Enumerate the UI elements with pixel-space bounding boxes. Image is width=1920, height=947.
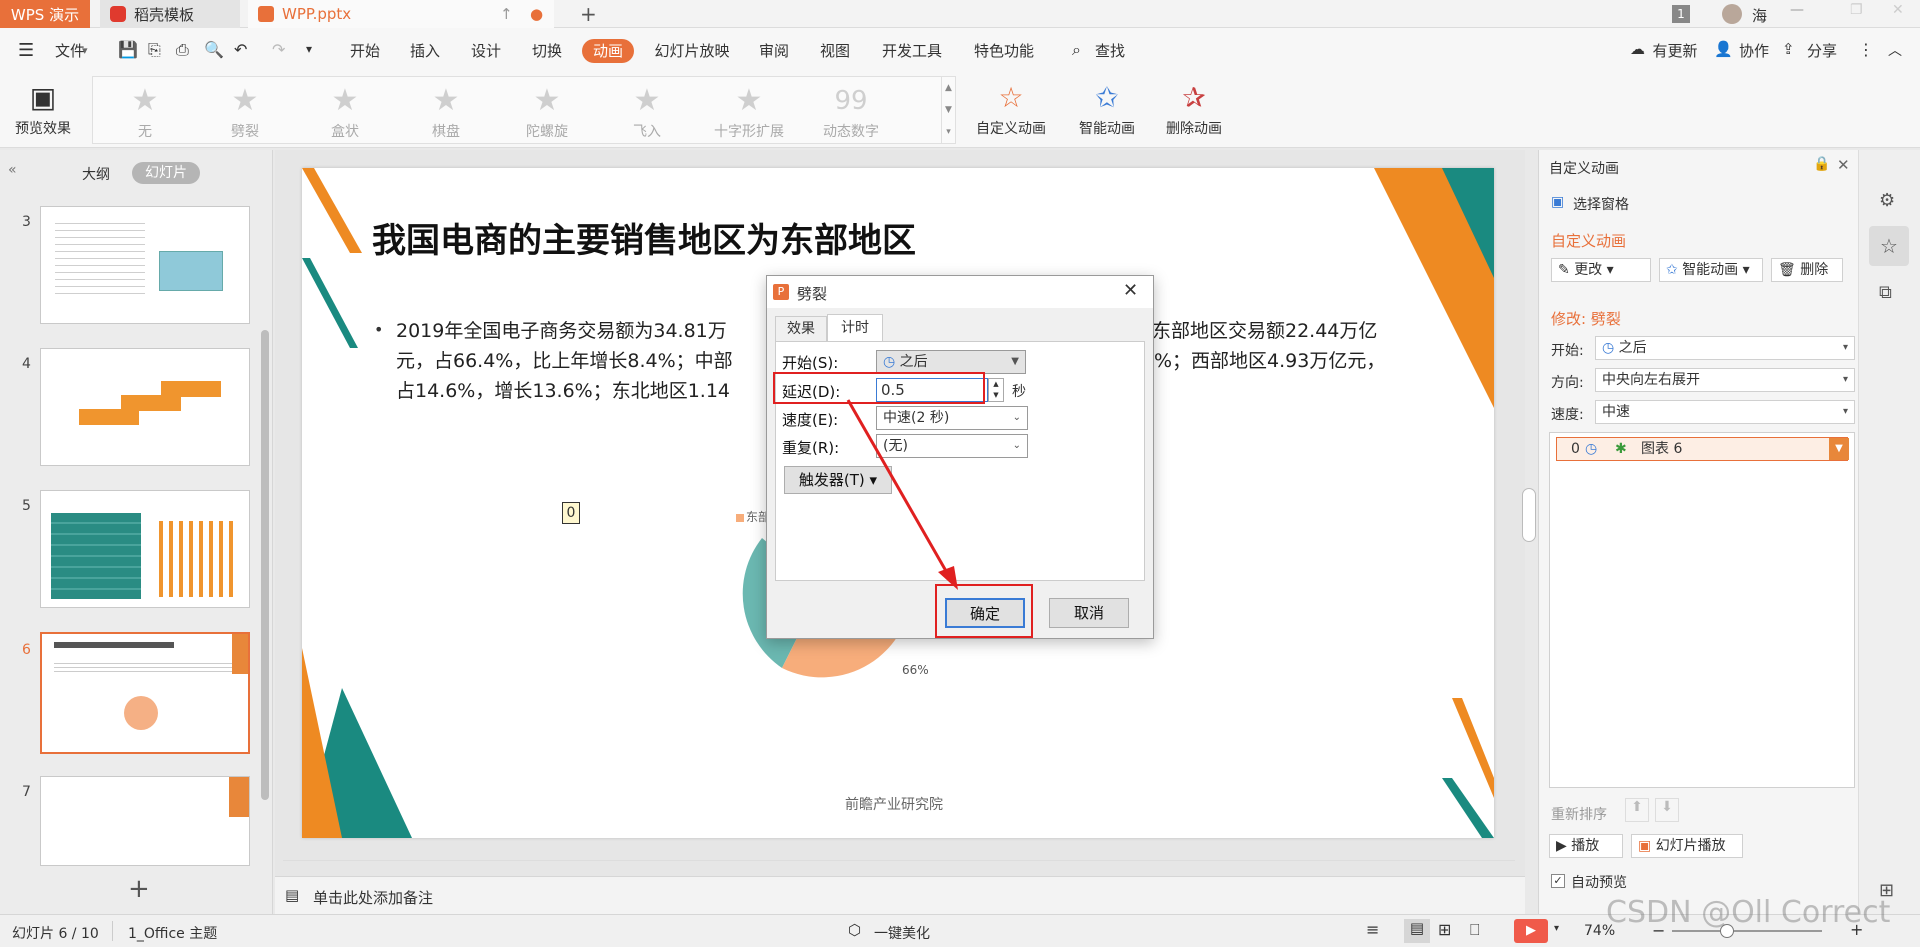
beautify-button[interactable]: 一键美化 xyxy=(874,923,930,943)
notes-toggle-icon[interactable]: ≡ xyxy=(1366,920,1379,939)
lock-icon[interactable]: 🔒 xyxy=(1813,156,1830,172)
effect-star-icon: ✱ xyxy=(1615,441,1627,457)
smart-anim-button[interactable]: ✩ 智能动画 ▾ xyxy=(1659,258,1763,282)
item-dropdown-icon[interactable]: ▼ xyxy=(1829,438,1849,460)
custom-animation-pane: 自定义动画 🔒 ✕ ▣ 选择窗格 自定义动画 ✎ 更改 ▾ ✩ 智能动画 ▾ 🗑… xyxy=(1538,150,1858,914)
speed-label: 速度: xyxy=(1551,407,1584,423)
pencil-icon: ✎ xyxy=(1558,262,1570,278)
item-name: 图表 6 xyxy=(1641,441,1683,457)
direction-label: 方向: xyxy=(1551,375,1584,391)
chevron-down-icon: ▾ xyxy=(1842,406,1848,417)
clock-icon: ◷ xyxy=(1585,441,1598,457)
reading-view-icon[interactable]: ⎕ xyxy=(1470,920,1480,940)
pane-header[interactable]: 自定义动画 xyxy=(1549,158,1619,178)
speed-select[interactable]: 中速 ▾ xyxy=(1595,400,1855,424)
normal-view-icon[interactable]: ▤ xyxy=(1404,919,1430,943)
status-bar: 幻灯片 6 / 10 1_Office 主题 ⬡ 一键美化 ≡ ▤ ⊞ ⎕ ▶ … xyxy=(0,895,1920,947)
chevron-down-icon: ▾ xyxy=(1842,342,1848,353)
move-up-icon[interactable]: ⬆ xyxy=(1625,798,1649,822)
sorter-view-icon[interactable]: ⊞ xyxy=(1438,920,1451,939)
play-button[interactable]: ▶ 播放 xyxy=(1549,834,1623,858)
reorder-label: 重新排序 xyxy=(1551,807,1607,823)
zoom-slider[interactable] xyxy=(1672,930,1822,932)
auto-preview-label: 自动预览 xyxy=(1571,875,1627,891)
transition-pane-icon[interactable]: ⧉ xyxy=(1879,282,1892,303)
select-pane-icon: ▣ xyxy=(1551,194,1565,210)
delete-label: 删除 xyxy=(1800,262,1829,278)
auto-preview-checkbox[interactable]: ✓ xyxy=(1551,874,1565,888)
slideshow-label: 幻灯片播放 xyxy=(1655,838,1726,854)
direction-select[interactable]: 中央向左右展开 ▾ xyxy=(1595,368,1855,392)
theme-name[interactable]: 1_Office 主题 xyxy=(128,923,217,943)
slideshow-button[interactable]: ▣ 幻灯片播放 xyxy=(1631,834,1743,858)
play-label: 播放 xyxy=(1571,838,1600,854)
start-label: 开始: xyxy=(1551,343,1584,359)
move-down-icon[interactable]: ⬇ xyxy=(1655,798,1679,822)
play-icon: ▶ xyxy=(1556,838,1567,854)
animation-list-item[interactable]: 0 ◷ ✱ 图表 6 ▼ xyxy=(1556,437,1849,461)
section-title: 自定义动画 xyxy=(1551,232,1627,250)
watermark: CSDN @Oll Correct xyxy=(1606,895,1891,930)
smart-label: 智能动画 xyxy=(1682,262,1739,278)
animation-list: 0 ◷ ✱ 图表 6 ▼ xyxy=(1549,432,1855,788)
delete-button[interactable]: 🗑 删除 xyxy=(1771,258,1843,282)
play-options-icon[interactable]: ▾ xyxy=(1554,923,1559,934)
direction-value: 中央向左右展开 xyxy=(1602,372,1700,388)
settings-sliders-icon[interactable]: ⚙ xyxy=(1879,190,1895,211)
modify-title: 修改: 劈裂 xyxy=(1551,310,1621,328)
change-button[interactable]: ✎ 更改 ▾ xyxy=(1551,258,1651,282)
slideshow-icon: ▣ xyxy=(1638,838,1652,854)
beautify-icon[interactable]: ⬡ xyxy=(848,921,861,939)
close-pane-icon[interactable]: ✕ xyxy=(1837,156,1850,174)
start-select[interactable]: ◷ 之后 ▾ xyxy=(1595,336,1855,360)
start-value: 之后 xyxy=(1618,340,1647,356)
divider xyxy=(112,921,113,941)
item-index: 0 xyxy=(1571,441,1580,457)
slide-count: 幻灯片 6 / 10 xyxy=(12,926,99,942)
right-toolbar: ⚙ ☆ ⧉ ⊞ xyxy=(1858,150,1920,914)
select-pane-link[interactable]: 选择窗格 xyxy=(1573,194,1629,214)
smart-star-icon: ✩ xyxy=(1666,262,1678,278)
chevron-down-icon: ▾ xyxy=(1842,374,1848,385)
play-slideshow-button[interactable]: ▶ xyxy=(1514,919,1548,943)
animation-pane-icon[interactable]: ☆ xyxy=(1869,226,1909,266)
speed-value: 中速 xyxy=(1602,404,1630,420)
change-label: 更改 xyxy=(1574,262,1603,278)
trash-icon: 🗑 xyxy=(1778,262,1796,278)
clock-icon: ◷ xyxy=(1602,340,1615,356)
